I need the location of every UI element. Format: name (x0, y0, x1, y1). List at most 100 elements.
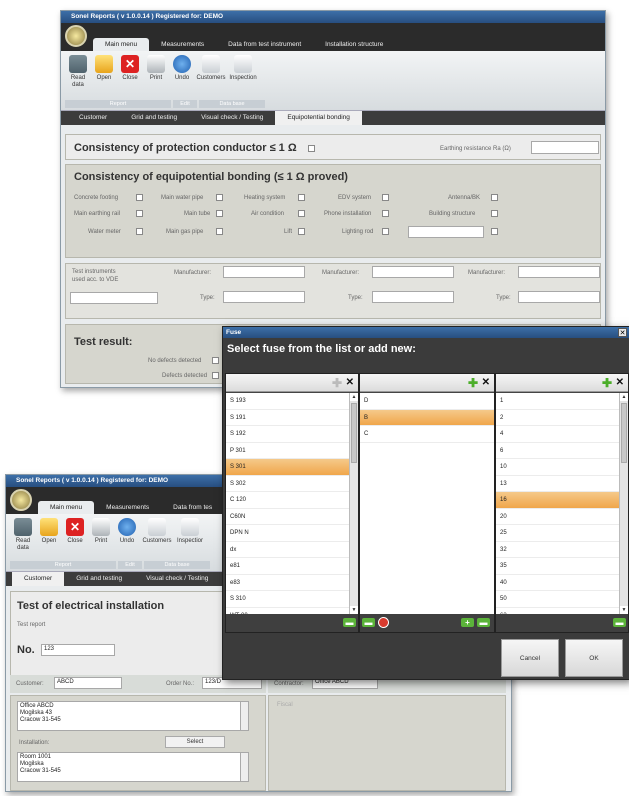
delete-icon[interactable]: ✕ (616, 377, 624, 389)
fuse-type-scrollbar[interactable]: ▲ ▼ (349, 393, 358, 614)
custom-item-input[interactable] (408, 226, 484, 238)
add-icon[interactable]: ✚ (468, 377, 478, 389)
dialog-close-button[interactable]: ✕ (618, 328, 627, 337)
select-button[interactable]: Select (165, 736, 225, 748)
list-item[interactable]: S 310 (226, 591, 349, 608)
app-logo-icon[interactable] (10, 489, 32, 511)
open-button[interactable]: Open (36, 518, 62, 552)
installation-scrollbar[interactable] (240, 753, 248, 781)
customers-button[interactable]: Customers (140, 518, 174, 552)
ok-button[interactable]: OK (565, 639, 623, 677)
address-scrollbar[interactable] (240, 702, 248, 730)
tab-customer[interactable]: Customer (12, 572, 65, 586)
concrete-footing-checkbox[interactable] (136, 194, 143, 201)
manufacturer-input-2[interactable] (372, 266, 454, 278)
delete-icon[interactable]: ✕ (482, 377, 490, 389)
add-icon[interactable]: + (461, 618, 474, 627)
manufacturer-input-1[interactable] (223, 266, 305, 278)
tab-main-menu[interactable]: Main menu (38, 501, 95, 514)
app-logo-icon[interactable] (65, 25, 87, 47)
close-button[interactable]: ✕ Close (62, 518, 88, 552)
tab-data-from-instrument[interactable]: Data from tes (161, 501, 224, 514)
list-item[interactable]: S 193 (226, 393, 349, 410)
list-item[interactable]: 25 (496, 525, 619, 542)
list-item[interactable]: D (360, 393, 494, 410)
manufacturer-input-3[interactable] (518, 266, 600, 278)
main-tube-checkbox[interactable] (216, 210, 223, 217)
type-input-1[interactable] (223, 291, 305, 303)
list-item[interactable]: dx (226, 542, 349, 558)
inspection-button[interactable]: Inspectior (174, 518, 206, 552)
list-item[interactable]: C60N (226, 509, 349, 525)
customer-address[interactable]: Office ABCD Mogilska 43 Cracow 31-545 (17, 701, 249, 731)
add-icon[interactable]: ✚ (332, 377, 342, 389)
delete-icon[interactable]: ✕ (346, 377, 354, 389)
list-item[interactable]: 1 (496, 393, 619, 410)
no-defects-checkbox[interactable] (212, 357, 219, 364)
list-item[interactable]: S 191 (226, 410, 349, 426)
edv-system-checkbox[interactable] (382, 194, 389, 201)
print-button[interactable]: Print (143, 55, 169, 89)
earthing-resistance-input[interactable] (531, 141, 599, 154)
list-item[interactable]: 6 (496, 443, 619, 459)
list-item[interactable]: P 301 (226, 443, 349, 459)
list-item[interactable]: 4 (496, 426, 619, 443)
list-item[interactable]: DPN N (226, 525, 349, 542)
add-icon[interactable]: ✚ (602, 377, 612, 389)
main-earthing-rail-checkbox[interactable] (136, 210, 143, 217)
tab-visual-check[interactable]: Visual check / Testing (189, 111, 275, 125)
air-condition-checkbox[interactable] (298, 210, 305, 217)
confirm-icon[interactable]: ▬ (343, 618, 356, 627)
tab-customer[interactable]: Customer (67, 111, 119, 125)
list-item[interactable]: 35 (496, 558, 619, 575)
read-data-button[interactable]: Read data (65, 55, 91, 89)
list-item[interactable]: 50 (496, 591, 619, 608)
tab-equipotential-bonding[interactable]: Equipotential bonding (275, 111, 362, 125)
list-item[interactable]: C 120 (226, 492, 349, 509)
protection-conductor-checkbox[interactable] (308, 145, 315, 152)
type-input-2[interactable] (372, 291, 454, 303)
current-scrollbar[interactable]: ▲ ▼ (619, 393, 628, 614)
undo-button[interactable]: Undo (114, 518, 140, 552)
tab-measurements[interactable]: Measurements (149, 38, 216, 51)
tab-data-from-instrument[interactable]: Data from test instrument (216, 38, 313, 51)
cancel-button[interactable]: Cancel (501, 639, 559, 677)
phone-installation-checkbox[interactable] (382, 210, 389, 217)
list-item[interactable]: S 302 (226, 476, 349, 492)
custom-item-checkbox[interactable] (491, 228, 498, 235)
lift-checkbox[interactable] (298, 228, 305, 235)
list-item[interactable]: 13 (496, 476, 619, 492)
list-item[interactable]: e83 (226, 575, 349, 591)
main-water-pipe-checkbox[interactable] (216, 194, 223, 201)
list-item[interactable]: C (360, 426, 494, 443)
building-structure-checkbox[interactable] (491, 210, 498, 217)
type-input-3[interactable] (518, 291, 600, 303)
tab-grid-testing[interactable]: Grid and testing (64, 572, 134, 586)
heating-system-checkbox[interactable] (298, 194, 305, 201)
list-item[interactable]: e81 (226, 558, 349, 575)
list-item[interactable]: 16 (496, 492, 619, 509)
undo-button[interactable]: Undo (169, 55, 195, 89)
list-item[interactable]: 40 (496, 575, 619, 591)
tab-measurements[interactable]: Measurements (94, 501, 161, 514)
inspection-button[interactable]: Inspection (227, 55, 259, 89)
tab-grid-testing[interactable]: Grid and testing (119, 111, 189, 125)
list-item[interactable]: 2 (496, 410, 619, 426)
open-button[interactable]: Open (91, 55, 117, 89)
tab-main-menu[interactable]: Main menu (93, 38, 150, 51)
lighting-rod-checkbox[interactable] (382, 228, 389, 235)
test-instruments-input[interactable] (70, 292, 158, 304)
tab-installation-structure[interactable]: Installation structure (313, 38, 395, 51)
list-item[interactable]: 32 (496, 542, 619, 558)
close-button[interactable]: ✕ Close (117, 55, 143, 89)
customers-button[interactable]: Customers (195, 55, 227, 89)
defects-checkbox[interactable] (212, 372, 219, 379)
main-gas-pipe-checkbox[interactable] (216, 228, 223, 235)
antenna-checkbox[interactable] (491, 194, 498, 201)
read-data-button[interactable]: Read data (10, 518, 36, 552)
number-input[interactable]: 123 (41, 644, 115, 656)
confirm-icon[interactable]: ▬ (362, 618, 375, 627)
list-item[interactable]: B (360, 409, 494, 426)
confirm-icon[interactable]: ▬ (613, 618, 626, 627)
list-item[interactable]: 10 (496, 459, 619, 476)
